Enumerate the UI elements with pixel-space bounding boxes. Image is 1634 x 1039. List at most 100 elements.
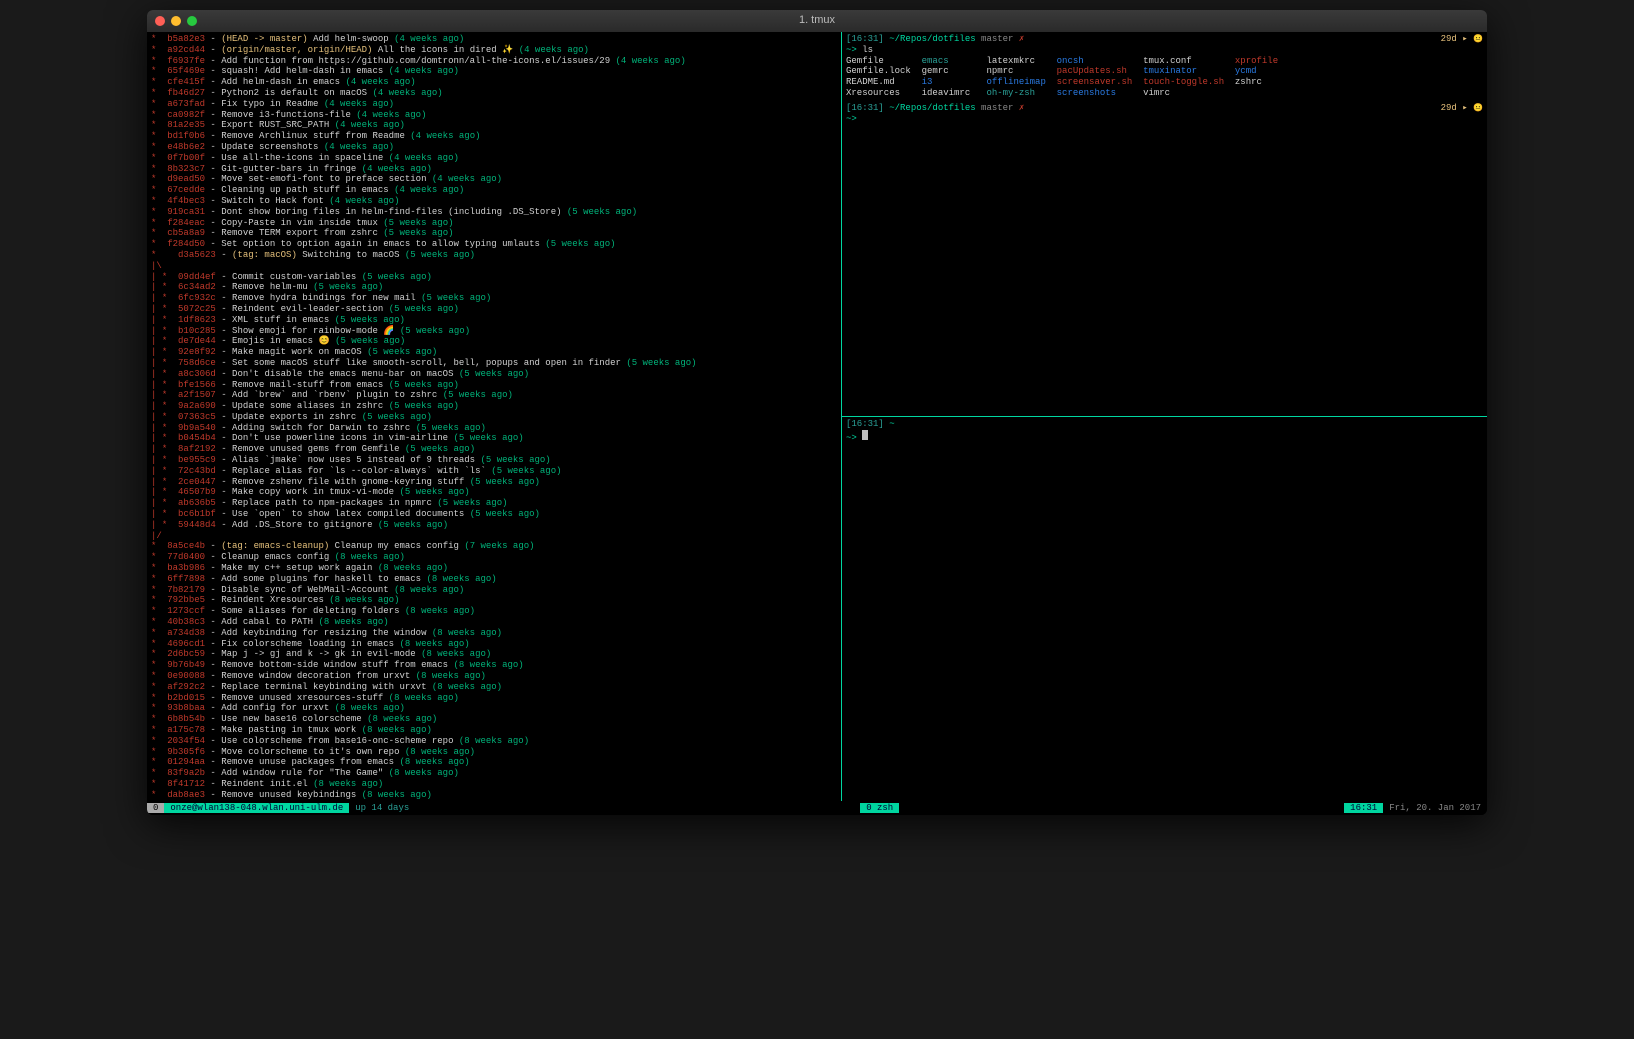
commit-line: | * a2f1507 - Add `brew` and `rbenv` plu…	[151, 390, 837, 401]
commit-line: * cb5a8a9 - Remove TERM export from zshr…	[151, 228, 837, 239]
commit-line: * 01294aa - Remove unuse packages from e…	[151, 757, 837, 768]
commit-line: * 77d0400 - Cleanup emacs config (8 week…	[151, 552, 837, 563]
commit-line: * dab8ae3 - Remove unused keybindings (8…	[151, 790, 837, 801]
commit-line: * 0e90088 - Remove window decoration fro…	[151, 671, 837, 682]
commit-line: | * 72c43bd - Replace alias for `ls --co…	[151, 466, 837, 477]
commit-line: * f284eac - Copy-Paste in vim inside tmu…	[151, 218, 837, 229]
commit-line: * e48b6e2 - Update screenshots (4 weeks …	[151, 142, 837, 153]
commit-line: * f284d50 - Set option to option again i…	[151, 239, 837, 250]
commit-line: * 9b305f6 - Move colorscheme to it's own…	[151, 747, 837, 758]
commit-line: | * 1df8623 - XML stuff in emacs (5 week…	[151, 315, 837, 326]
commit-line: * 4f4bec3 - Switch to Hack font (4 weeks…	[151, 196, 837, 207]
shell-command: ~> ls	[846, 45, 1483, 56]
commit-line: * 81a2e35 - Export RUST_SRC_PATH (4 week…	[151, 120, 837, 131]
commit-line: | * 2ce0447 - Remove zshenv file with gn…	[151, 477, 837, 488]
commit-line: * ca0982f - Remove i3-functions-file (4 …	[151, 110, 837, 121]
tmux-content: * b5a82e3 - (HEAD -> master) Add helm-sw…	[147, 32, 1487, 801]
tmux-statusbar: 0 onze@wlan138-048.wlan.uni-ulm.de up 14…	[147, 801, 1487, 815]
commit-line: * bd1f0b6 - Remove Archlinux stuff from …	[151, 131, 837, 142]
prompt-path: ~/Repos/dotfiles	[889, 103, 975, 113]
commit-line: | * de7de44 - Emojis in emacs 😊 (5 weeks…	[151, 336, 837, 347]
commit-line: * a175c78 - Make pasting in tmux work (8…	[151, 725, 837, 736]
commit-line: | * 46507b9 - Make copy work in tmux-vi-…	[151, 487, 837, 498]
commit-line: * 83f9a2b - Add window rule for "The Gam…	[151, 768, 837, 779]
commit-line: |\	[151, 261, 837, 272]
commit-line: | * 07363c5 - Update exports in zshrc (5…	[151, 412, 837, 423]
status-session-index[interactable]: 0	[147, 803, 164, 814]
commit-line: * 1273ccf - Some aliases for deleting fo…	[151, 606, 837, 617]
commit-line: * b5a82e3 - (HEAD -> master) Add helm-sw…	[151, 34, 837, 45]
ls-row: Gemfile emacs latexmkrc oncsh tmux.conf …	[846, 56, 1483, 67]
commit-line: | * 5072c25 - Reindent evil-leader-secti…	[151, 304, 837, 315]
prompt-branch: master ✗	[981, 34, 1024, 44]
ls-row: Xresources ideavimrc oh-my-zsh screensho…	[846, 88, 1483, 99]
commit-line: | * 9a2a690 - Update some aliases in zsh…	[151, 401, 837, 412]
commit-line: * 93b8baa - Add config for urxvt (8 week…	[151, 703, 837, 714]
prompt-branch: master ✗	[981, 103, 1024, 113]
commit-line: | * 8af2192 - Remove unused gems from Ge…	[151, 444, 837, 455]
status-time: 16:31	[1344, 803, 1383, 814]
commit-line: * 6b8b54b - Use new base16 colorscheme (…	[151, 714, 837, 725]
window-title: 1. tmux	[147, 14, 1487, 27]
commit-line: * 8f41712 - Reindent init.el (8 weeks ag…	[151, 779, 837, 790]
commit-line: * 40b38c3 - Add cabal to PATH (8 weeks a…	[151, 617, 837, 628]
commit-line: | * bfe1566 - Remove mail-stuff from ema…	[151, 380, 837, 391]
prompt-time: [16:31]	[846, 34, 884, 44]
right-column: 29d ▸ 😐 [16:31] ~/Repos/dotfiles master …	[841, 32, 1487, 801]
ls-row: README.md i3 offlineimap screensaver.sh …	[846, 77, 1483, 88]
commit-line: * 67cedde - Cleaning up path stuff in em…	[151, 185, 837, 196]
commit-line: | * 6fc932c - Remove hydra bindings for …	[151, 293, 837, 304]
ls-row: Gemfile.lock gemrc npmrc pacUpdates.sh t…	[846, 66, 1483, 77]
commit-line: |/	[151, 531, 837, 542]
commit-line: * 7b82179 - Disable sync of WebMail-Acco…	[151, 585, 837, 596]
commit-line: | * 92e8f92 - Make magit work on macOS (…	[151, 347, 837, 358]
commit-line: * d3a5623 - (tag: macOS) Switching to ma…	[151, 250, 837, 261]
commit-line: * ba3b986 - Make my c++ setup work again…	[151, 563, 837, 574]
shell-pane-top[interactable]: 29d ▸ 😐 [16:31] ~/Repos/dotfiles master …	[842, 32, 1487, 416]
status-window[interactable]: 0 zsh	[860, 803, 899, 814]
status-date: Fri, 20. Jan 2017	[1383, 803, 1487, 814]
git-log-pane[interactable]: * b5a82e3 - (HEAD -> master) Add helm-sw…	[147, 32, 841, 801]
prompt-right-info: 29d ▸ 😐	[1441, 34, 1483, 45]
commit-line: * af292c2 - Replace terminal keybinding …	[151, 682, 837, 693]
commit-line: * 65f469e - squash! Add helm-dash in ema…	[151, 66, 837, 77]
prompt-right-info: 29d ▸ 😐	[1441, 103, 1483, 114]
commit-line: * 6ff7898 - Add some plugins for haskell…	[151, 574, 837, 585]
commit-line: | * 59448d4 - Add .DS_Store to gitignore…	[151, 520, 837, 531]
prompt-time: [16:31]	[846, 103, 884, 113]
commit-line: * 4696cd1 - Fix colorscheme loading in e…	[151, 639, 837, 650]
commit-line: * 2034f54 - Use colorscheme from base16-…	[151, 736, 837, 747]
commit-line: | * 9b9a540 - Adding switch for Darwin t…	[151, 423, 837, 434]
prompt-path: ~/Repos/dotfiles	[889, 34, 975, 44]
prompt-path: ~	[889, 419, 894, 429]
commit-line: * 919ca31 - Dont show boring files in he…	[151, 207, 837, 218]
terminal-window: 1. tmux * b5a82e3 - (HEAD -> master) Add…	[147, 10, 1487, 815]
commit-line: * d9ead50 - Move set-emofi-font to prefa…	[151, 174, 837, 185]
commit-line: | * a8c306d - Don't disable the emacs me…	[151, 369, 837, 380]
commit-line: | * be955c9 - Alias `jmake` now uses 5 i…	[151, 455, 837, 466]
commit-line: * b2bd015 - Remove unused xresources-stu…	[151, 693, 837, 704]
commit-line: | * b10c285 - Show emoji for rainbow-mod…	[151, 326, 837, 337]
commit-line: * a673fad - Fix typo in Readme (4 weeks …	[151, 99, 837, 110]
commit-line: | * ab636b5 - Replace path to npm-packag…	[151, 498, 837, 509]
shell-prompt[interactable]: ~>	[846, 430, 1483, 444]
commit-line: * 2d6bc59 - Map j -> gj and k -> gk in e…	[151, 649, 837, 660]
commit-line: * 8b323c7 - Git-gutter-bars in fringe (4…	[151, 164, 837, 175]
shell-pane-bottom[interactable]: [16:31] ~ ~>	[842, 416, 1487, 801]
commit-line: | * 6c34ad2 - Remove helm-mu (5 weeks ag…	[151, 282, 837, 293]
titlebar[interactable]: 1. tmux	[147, 10, 1487, 32]
commit-line: * 0f7b00f - Use all-the-icons in spaceli…	[151, 153, 837, 164]
status-host: onze@wlan138-048.wlan.uni-ulm.de	[164, 803, 349, 814]
commit-line: * f6937fe - Add function from https://gi…	[151, 56, 837, 67]
ls-output: Gemfile emacs latexmkrc oncsh tmux.conf …	[846, 56, 1483, 99]
commit-line: * 792bbe5 - Reindent Xresources (8 weeks…	[151, 595, 837, 606]
commit-line: | * b0454b4 - Don't use powerline icons …	[151, 433, 837, 444]
commit-line: * 8a5ce4b - (tag: emacs-cleanup) Cleanup…	[151, 541, 837, 552]
commit-line: * cfe415f - Add helm-dash in emacs (4 we…	[151, 77, 837, 88]
commit-line: * a92cd44 - (origin/master, origin/HEAD)…	[151, 45, 837, 56]
commit-line: * a734d38 - Add keybinding for resizing …	[151, 628, 837, 639]
shell-prompt[interactable]: ~>	[846, 114, 1483, 125]
commit-line: | * 758d6ce - Set some macOS stuff like …	[151, 358, 837, 369]
cursor-icon	[862, 430, 868, 440]
commit-line: | * 09dd4ef - Commit custom-variables (5…	[151, 272, 837, 283]
